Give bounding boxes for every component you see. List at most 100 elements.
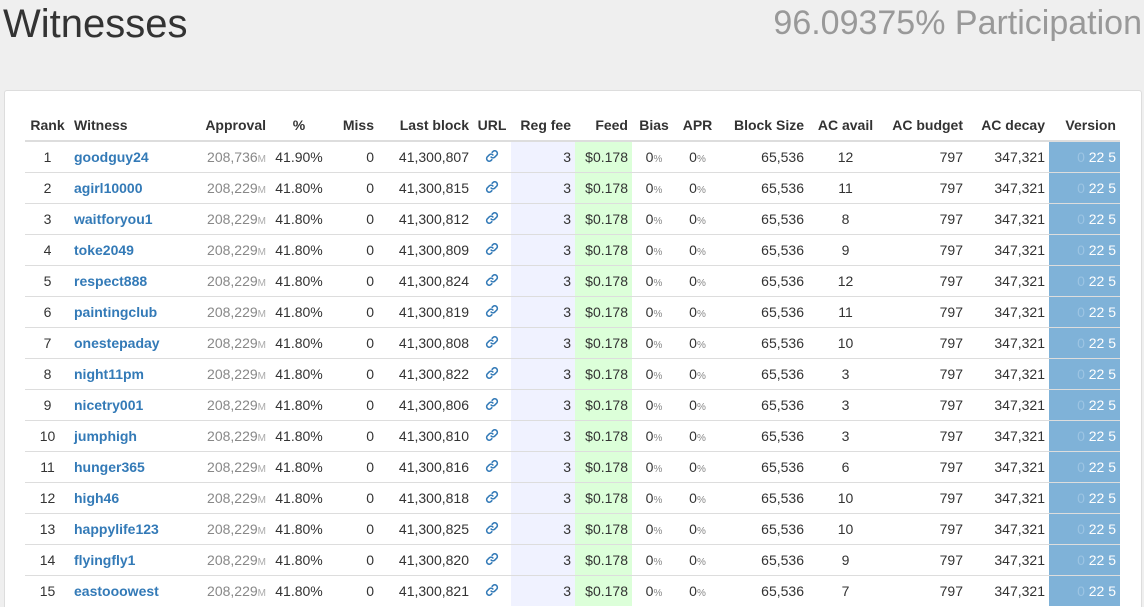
witness-link[interactable]: eastooowest bbox=[74, 583, 159, 599]
witness-link[interactable]: goodguy24 bbox=[74, 149, 149, 165]
link-icon[interactable] bbox=[485, 397, 499, 413]
url-cell bbox=[473, 512, 511, 544]
ac-decay-cell: 347,321 bbox=[967, 543, 1049, 575]
col-header-block-size[interactable]: Block Size bbox=[719, 110, 808, 142]
witness-link[interactable]: high46 bbox=[74, 490, 119, 506]
bias-cell: 0% bbox=[632, 264, 676, 296]
link-icon[interactable] bbox=[485, 242, 499, 258]
version-major: 0 bbox=[1077, 396, 1085, 413]
approval-cell: 208,229M bbox=[200, 202, 270, 234]
bias-cell: 0% bbox=[632, 388, 676, 420]
rank-cell: 3 bbox=[25, 202, 70, 234]
miss-cell: 0 bbox=[328, 574, 378, 606]
apr-unit: % bbox=[696, 494, 706, 506]
version-cell: 0 22 5 bbox=[1049, 233, 1120, 265]
percent-cell: 41.80% bbox=[270, 481, 328, 513]
version-cell: 0 22 5 bbox=[1049, 419, 1120, 451]
percent-cell: 41.80% bbox=[270, 264, 328, 296]
col-header-percent[interactable]: % bbox=[270, 110, 328, 142]
link-icon[interactable] bbox=[485, 552, 499, 568]
rank-cell: 6 bbox=[25, 295, 70, 327]
witness-link[interactable]: onestepaday bbox=[74, 335, 160, 351]
feed-cell: $0.178 bbox=[575, 512, 632, 544]
version-cell: 0 22 5 bbox=[1049, 140, 1120, 172]
approval-unit: M bbox=[257, 277, 266, 289]
miss-cell: 0 bbox=[328, 326, 378, 358]
witness-link[interactable]: paintingclub bbox=[74, 304, 157, 320]
col-header-last-block[interactable]: Last block bbox=[378, 110, 473, 142]
col-header-reg-fee[interactable]: Reg fee bbox=[511, 110, 575, 142]
link-icon[interactable] bbox=[485, 335, 499, 351]
link-icon[interactable] bbox=[485, 149, 499, 165]
col-header-approval[interactable]: Approval bbox=[200, 110, 270, 142]
version-cell: 0 22 5 bbox=[1049, 202, 1120, 234]
link-icon[interactable] bbox=[485, 583, 499, 599]
witness-link[interactable]: toke2049 bbox=[74, 242, 134, 258]
ac-avail-cell: 11 bbox=[808, 171, 883, 203]
ac-avail-cell: 3 bbox=[808, 419, 883, 451]
link-icon[interactable] bbox=[485, 273, 499, 289]
witness-link[interactable]: waitforyou1 bbox=[74, 211, 153, 227]
version-major: 0 bbox=[1077, 427, 1085, 444]
link-icon[interactable] bbox=[485, 428, 499, 444]
approval-cell: 208,229M bbox=[200, 543, 270, 575]
col-header-rank[interactable]: Rank bbox=[25, 110, 70, 142]
version-rest: 22 5 bbox=[1088, 179, 1116, 196]
col-header-version[interactable]: Version bbox=[1049, 110, 1120, 142]
col-header-ac-budget[interactable]: AC budget bbox=[883, 110, 967, 142]
link-icon[interactable] bbox=[485, 180, 499, 196]
version-cell: 0 22 5 bbox=[1049, 357, 1120, 389]
witness-link[interactable]: happylife123 bbox=[74, 521, 159, 537]
feed-cell: $0.178 bbox=[575, 388, 632, 420]
approval-value: 208,229 bbox=[207, 179, 258, 196]
approval-unit: M bbox=[257, 339, 266, 351]
ac-decay-cell: 347,321 bbox=[967, 388, 1049, 420]
ac-avail-cell: 7 bbox=[808, 574, 883, 606]
version-rest: 22 5 bbox=[1088, 582, 1116, 599]
link-icon[interactable] bbox=[485, 459, 499, 475]
version-rest: 22 5 bbox=[1088, 458, 1116, 475]
feed-cell: $0.178 bbox=[575, 264, 632, 296]
approval-value: 208,229 bbox=[207, 458, 258, 475]
witness-link[interactable]: respect888 bbox=[74, 273, 147, 289]
col-header-apr[interactable]: APR bbox=[676, 110, 719, 142]
witness-link[interactable]: nicetry001 bbox=[74, 397, 143, 413]
col-header-ac-decay[interactable]: AC decay bbox=[967, 110, 1049, 142]
witness-link[interactable]: night11pm bbox=[74, 366, 144, 382]
link-icon[interactable] bbox=[485, 490, 499, 506]
witness-cell: paintingclub bbox=[70, 295, 200, 327]
table-row: 12 high46 208,229M 41.80% 0 41,300,818 3 $0.178… bbox=[25, 481, 1120, 513]
witness-link[interactable]: hunger365 bbox=[74, 459, 145, 475]
ac-budget-cell: 797 bbox=[883, 512, 967, 544]
witness-link[interactable]: jumphigh bbox=[74, 428, 137, 444]
version-major: 0 bbox=[1077, 582, 1085, 599]
approval-cell: 208,229M bbox=[200, 450, 270, 482]
approval-cell: 208,229M bbox=[200, 264, 270, 296]
col-header-feed[interactable]: Feed bbox=[575, 110, 632, 142]
block-size-cell: 65,536 bbox=[719, 171, 808, 203]
witness-link[interactable]: flyingfly1 bbox=[74, 552, 135, 568]
link-icon[interactable] bbox=[485, 366, 499, 382]
url-cell bbox=[473, 543, 511, 575]
apr-unit: % bbox=[696, 308, 706, 320]
miss-cell: 0 bbox=[328, 295, 378, 327]
link-icon[interactable] bbox=[485, 211, 499, 227]
version-rest: 22 5 bbox=[1088, 241, 1116, 258]
link-icon[interactable] bbox=[485, 304, 499, 320]
col-header-miss[interactable]: Miss bbox=[328, 110, 378, 142]
bias-cell: 0% bbox=[632, 574, 676, 606]
ac-budget-cell: 797 bbox=[883, 419, 967, 451]
witness-link[interactable]: agirl10000 bbox=[74, 180, 143, 196]
feed-cell: $0.178 bbox=[575, 171, 632, 203]
page-title: Witnesses bbox=[3, 2, 188, 46]
rank-cell: 8 bbox=[25, 357, 70, 389]
bias-cell: 0% bbox=[632, 326, 676, 358]
col-header-witness[interactable]: Witness bbox=[70, 110, 200, 142]
rank-cell: 7 bbox=[25, 326, 70, 358]
link-icon[interactable] bbox=[485, 521, 499, 537]
version-major: 0 bbox=[1077, 179, 1085, 196]
col-header-url[interactable]: URL bbox=[473, 110, 511, 142]
bias-unit: % bbox=[653, 277, 663, 289]
col-header-ac-avail[interactable]: AC avail bbox=[808, 110, 883, 142]
col-header-bias[interactable]: Bias bbox=[632, 110, 676, 142]
